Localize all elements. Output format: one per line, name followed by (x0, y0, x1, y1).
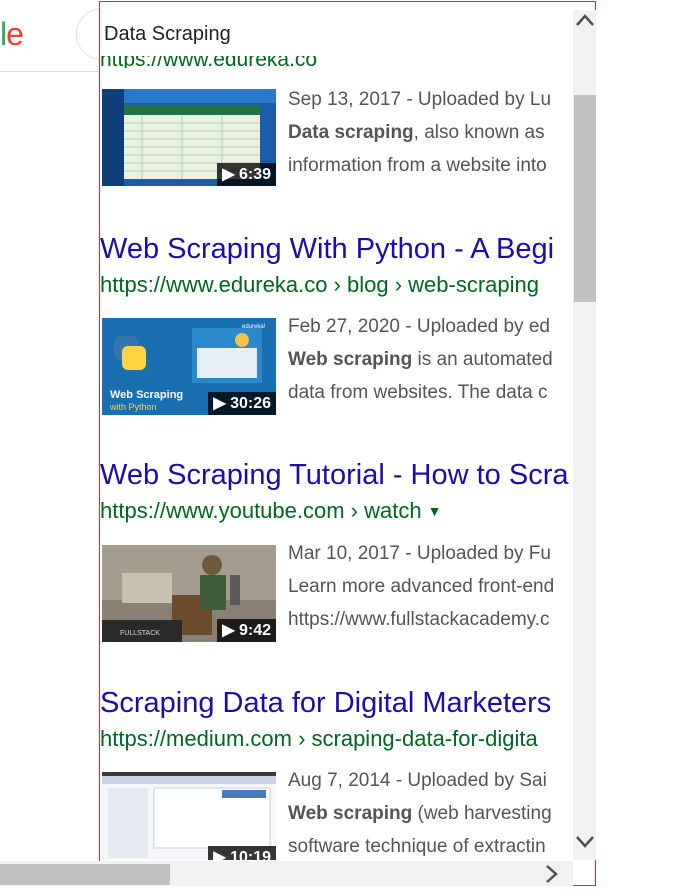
thumbnail-caption: FULLSTACK (120, 630, 160, 637)
thumbnail-caption: Web Scraping (110, 389, 183, 401)
duration-text: 9:42 (238, 622, 271, 639)
video-duration: ▶ 10:19 (208, 846, 276, 860)
chevron-right-icon (546, 865, 558, 883)
snippet-text: is an automated (412, 349, 553, 370)
chevron-up-icon (576, 14, 594, 26)
video-thumbnail[interactable]: Web Scraping with Python edureka! ▶ 30:2… (102, 318, 276, 415)
result-title-link[interactable]: Web Scraping Tutorial - How to Scra (100, 458, 569, 492)
video-duration: ▶ 30:26 (208, 392, 276, 415)
result-url[interactable]: https://www.youtube.com › watch ▼ (100, 498, 441, 524)
result-snippet: Learn more advanced front-end (288, 576, 555, 597)
video-duration: ▶ 6:39 (217, 163, 276, 186)
search-input[interactable]: Data Scraping (104, 20, 231, 48)
scroll-right-arrow-icon[interactable] (540, 862, 562, 886)
scroll-up-arrow-icon[interactable] (574, 10, 596, 32)
video-thumbnail[interactable]: ▶ 6:39 (102, 89, 276, 186)
result-meta: Feb 27, 2020 - Uploaded by ed (288, 316, 550, 337)
thumbnail-subcaption: with Python (109, 402, 157, 412)
duration-text: 6:39 (238, 166, 271, 183)
result-title-link[interactable]: Web Scraping With Python - A Begi (100, 232, 554, 266)
result-url[interactable]: https://www.edureka.co › blog › web-scra… (100, 272, 539, 298)
snippet-bold: Data scraping (288, 122, 414, 143)
result-snippet-line2: information from a website into (288, 155, 547, 176)
duration-text: 30:26 (230, 395, 271, 412)
result-snippet: Web scraping is an automated (288, 343, 553, 376)
video-thumbnail[interactable]: ▶ 10:19 (102, 772, 276, 860)
snippet-text: , also known as (413, 122, 545, 143)
logo-letter-e: e (6, 16, 24, 52)
dropdown-caret-icon[interactable]: ▼ (428, 503, 442, 519)
google-logo-fragment[interactable]: le (0, 14, 24, 54)
result-snippet-line2: software technique of extractin (288, 836, 546, 857)
result-snippet-line2: data from websites. The data c (288, 382, 548, 403)
header-divider (0, 71, 100, 72)
result-snippet-line2: https://www.fullstackacademy.c (288, 609, 550, 630)
duration-text: 10:19 (230, 849, 271, 860)
result-url[interactable]: https://medium.com › scraping-data-for-d… (100, 726, 538, 752)
chevron-down-icon (576, 836, 594, 848)
result-title-link[interactable]: Scraping Data for Digital Marketers (100, 686, 551, 720)
result-url-text: https://www.youtube.com › watch (100, 498, 422, 523)
partial-result-link[interactable]: https://www.edureka.co (100, 56, 317, 68)
scroll-down-arrow-icon[interactable] (574, 830, 596, 852)
vertical-scrollbar-thumb[interactable] (574, 95, 596, 302)
thumbnail-badge: edureka! (242, 324, 266, 330)
result-snippet: Data scraping, also known as (288, 116, 545, 149)
result-snippet: Web scraping (web harvesting (288, 797, 552, 830)
result-meta: Aug 7, 2014 - Uploaded by Sai (288, 770, 547, 791)
horizontal-scrollbar-thumb[interactable] (0, 864, 170, 885)
video-thumbnail[interactable]: FULLSTACK ▶ 9:42 (102, 545, 276, 642)
snippet-text: (web harvesting (412, 803, 552, 824)
snippet-bold: Web scraping (288, 803, 413, 824)
result-meta: Mar 10, 2017 - Uploaded by Fu (288, 543, 551, 564)
results-list: https://www.edureka.co ▶ 6:39 Sep 13, 20… (100, 56, 573, 860)
snippet-bold: Web scraping (288, 349, 413, 370)
video-duration: ▶ 9:42 (217, 619, 276, 642)
result-meta: Sep 13, 2017 - Uploaded by Lu (288, 89, 552, 110)
